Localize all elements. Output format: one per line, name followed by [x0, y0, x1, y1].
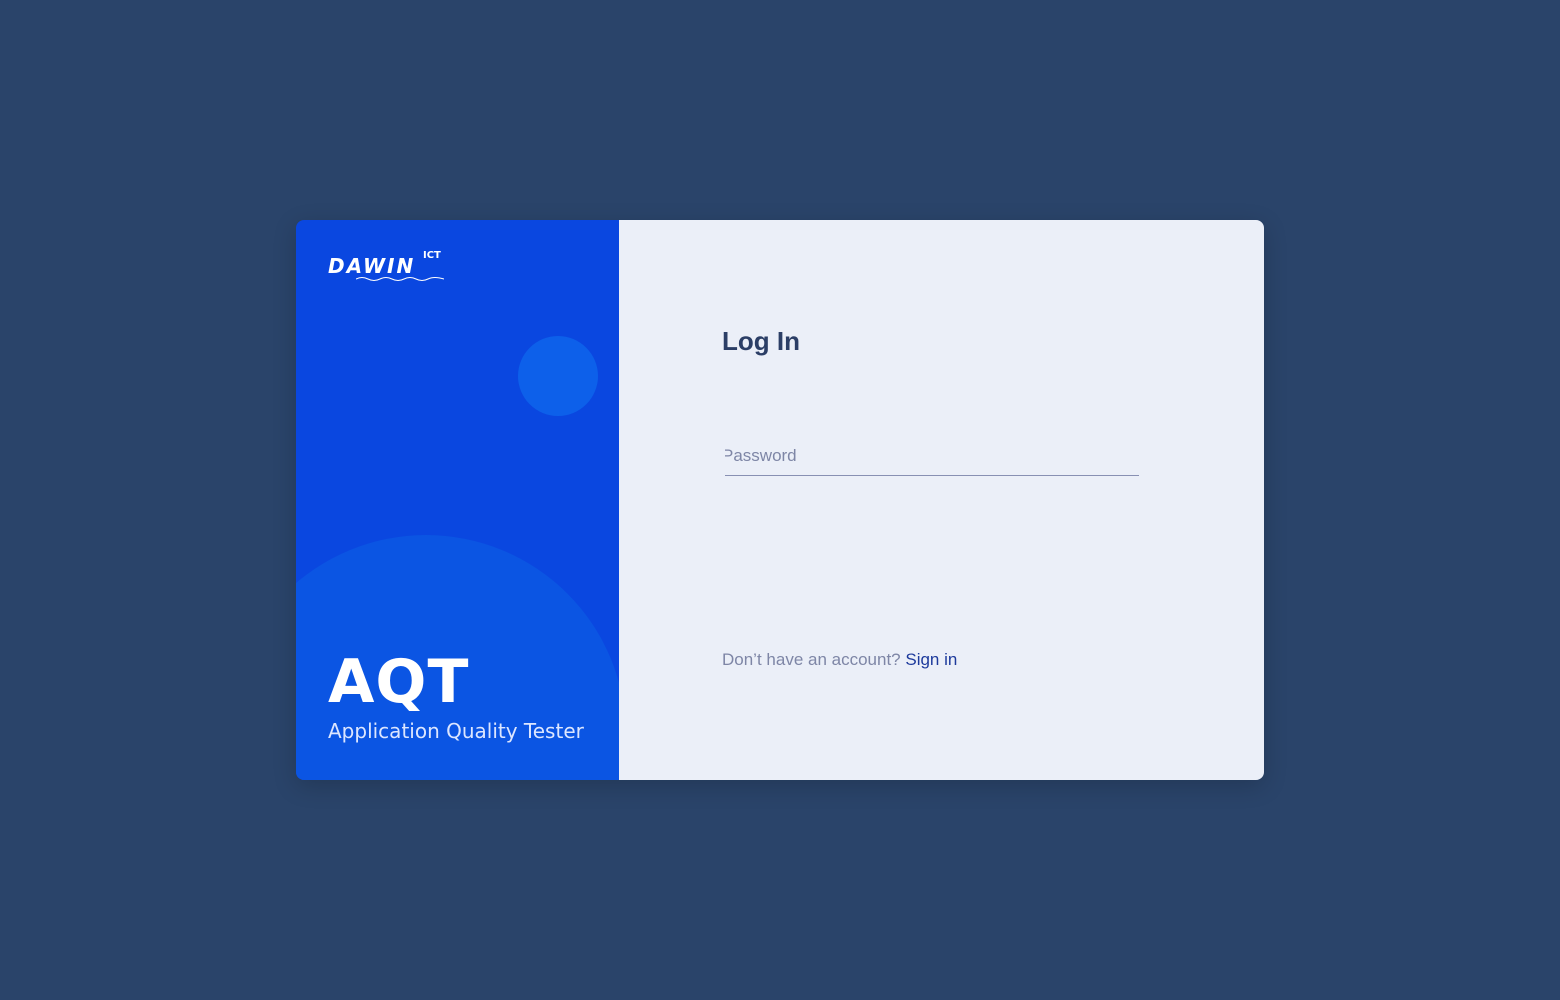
login-form-panel: Log In Don’t have an account? Sign in: [619, 220, 1264, 780]
password-field-wrapper: [722, 436, 1139, 476]
page-title: Log In: [722, 326, 800, 356]
sign-in-link[interactable]: Sign in: [905, 650, 957, 669]
product-block: AQT Application Quality Tester: [328, 650, 584, 746]
no-account-text: Don’t have an account?: [722, 650, 901, 669]
product-tagline: Application Quality Tester: [328, 719, 584, 743]
signup-prompt: Don’t have an account? Sign in: [722, 650, 957, 670]
decorative-circle-small: [518, 336, 598, 416]
password-input[interactable]: [725, 436, 1139, 476]
product-name: AQT: [328, 647, 470, 717]
logo-wordmark: DAWIN: [328, 254, 416, 278]
brand-panel: DAWIN ICT AQT Application Quality Tester: [296, 220, 619, 780]
company-logo: DAWIN ICT: [328, 250, 448, 286]
logo-superscript: ICT: [423, 250, 441, 261]
logo-script-underline-icon: [356, 277, 444, 281]
login-card: DAWIN ICT AQT Application Quality Tester…: [296, 220, 1264, 780]
